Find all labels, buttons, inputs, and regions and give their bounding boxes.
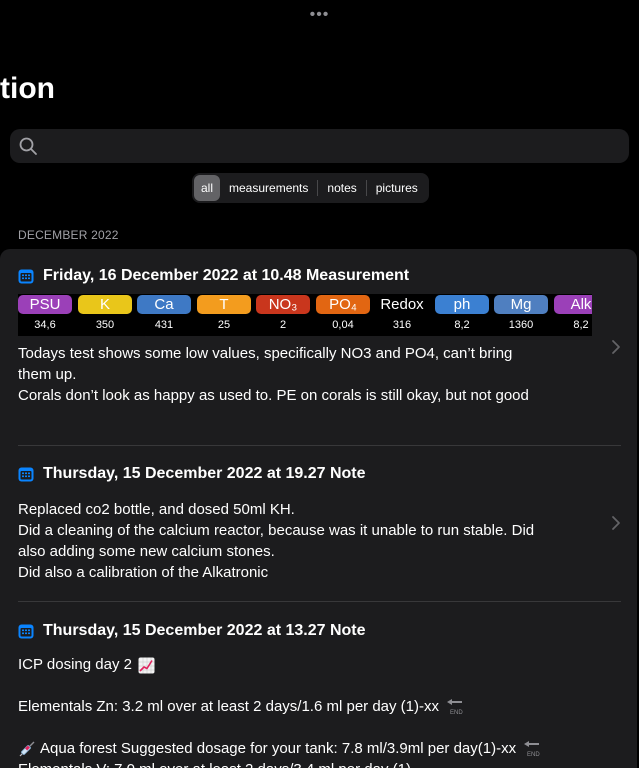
measurement-badges: PSU 34,6 K 350 Ca 431 T 25 NO₃ 2 PO₄ 0,04 Redox 316 ph…	[18, 294, 592, 336]
section-header: DECEMBER 2022	[18, 228, 119, 242]
filter-segmented-control: all measurements notes pictures	[192, 173, 429, 203]
calendar-icon	[18, 624, 34, 639]
entry-title: Thursday, 15 December 2022 at 19.27 Note	[18, 465, 624, 483]
measurement-badge-value: 8,2	[454, 319, 470, 331]
calendar-icon	[18, 269, 34, 284]
list-item[interactable]: Thursday, 15 December 2022 at 13.27 Note…	[18, 622, 624, 768]
measurement-badge-value: 2	[279, 319, 287, 331]
measurement-badge-label: ph	[435, 295, 489, 314]
measurement-badge-label: Alk	[554, 295, 592, 314]
entry-line: Elementals Zn: 3.2 ml over at least 2 da…	[18, 696, 624, 717]
row-divider	[18, 445, 621, 446]
end-arrow-icon: END	[524, 741, 541, 758]
chevron-right-icon[interactable]	[611, 339, 621, 355]
entry-title-text: Thursday, 15 December 2022 at 19.27 Note	[43, 465, 366, 482]
page-title: tion	[0, 72, 55, 105]
measurement-badge-label: K	[78, 295, 132, 314]
filter-notes[interactable]: notes	[318, 175, 365, 201]
measurement-badge-label: PSU	[18, 295, 72, 314]
entry-line: Replaced co2 bottle, and dosed 50ml KH.	[18, 501, 295, 518]
measurement-badge-label: Ca	[137, 295, 191, 314]
search-input[interactable]	[10, 129, 629, 163]
entry-line-text: ICP dosing day 2	[18, 656, 132, 673]
entry-body-text: Replaced co2 bottle, and dosed 50ml KH. …	[18, 499, 624, 583]
entry-line: Elementals V: 7.0 ml over at least 2 day…	[18, 759, 624, 768]
entry-line: them up.	[18, 366, 77, 383]
entry-line: Did a cleaning of the calcium reactor, b…	[18, 522, 535, 539]
svg-text:END: END	[527, 752, 540, 758]
list-item[interactable]: Thursday, 15 December 2022 at 19.27 Note…	[18, 465, 624, 583]
entry-line-text: Aqua forest Suggested dosage for your ta…	[40, 740, 517, 757]
entry-title: Friday, 16 December 2022 at 10.48 Measur…	[18, 267, 624, 285]
entry-line: ICP dosing day 2	[18, 654, 624, 675]
filter-all[interactable]: all	[194, 175, 221, 201]
measurement-badge-value: 431	[154, 319, 174, 331]
chevron-right-icon[interactable]	[611, 515, 621, 531]
entry-line: Aqua forest Suggested dosage for your ta…	[18, 738, 624, 759]
measurement-badge-value: 8,2	[573, 319, 589, 331]
entry-title: Thursday, 15 December 2022 at 13.27 Note	[18, 622, 624, 640]
chart-increasing-icon	[138, 657, 155, 674]
filter-measurements[interactable]: measurements	[220, 175, 317, 201]
measurement-badge-value: 34,6	[34, 319, 56, 331]
entry-body-text: Todays test shows some low values, speci…	[18, 343, 624, 406]
more-options-icon[interactable]: •••	[0, 6, 639, 24]
measurement-badge-value: 1360	[508, 319, 534, 331]
entry-title-text: Friday, 16 December 2022 at 10.48 Measur…	[43, 267, 410, 284]
entry-line: also adding some new calcium stones.	[18, 543, 275, 560]
measurement-badge-label: Redox	[375, 295, 429, 314]
entry-line: Did also a calibration of the Alkatronic	[18, 564, 269, 581]
measurement-badge-value: 316	[392, 319, 412, 331]
search-icon	[19, 137, 37, 155]
measurement-badge-label: Mg	[494, 295, 548, 314]
measurement-badge-value: 25	[217, 319, 231, 331]
entry-line: Todays test shows some low values, speci…	[18, 345, 513, 362]
calendar-icon	[18, 467, 34, 482]
filter-pictures[interactable]: pictures	[367, 175, 427, 201]
entry-body-text: ICP dosing day 2 Elementals Zn: 3.2 ml o…	[18, 654, 624, 768]
entry-line: Corals don’t look as happy as used to. P…	[18, 387, 529, 404]
svg-text:END: END	[450, 710, 463, 716]
end-arrow-icon: END	[447, 699, 464, 716]
entry-title-text: Thursday, 15 December 2022 at 13.27 Note	[43, 622, 366, 639]
entry-notes: Todays test shows some low values, speci…	[18, 343, 624, 406]
measurement-badge-label: T	[197, 295, 251, 314]
measurement-badge-value: 0,04	[332, 319, 354, 331]
syringe-icon	[19, 741, 35, 757]
measurement-badge-value: 350	[95, 319, 115, 331]
entry-line-text: Elementals Zn: 3.2 ml over at least 2 da…	[18, 698, 440, 715]
row-divider	[18, 601, 621, 602]
measurement-badge-label: NO₃	[256, 295, 310, 314]
measurement-badge-label: PO₄	[316, 295, 370, 314]
list-item[interactable]: Friday, 16 December 2022 at 10.48 Measur…	[18, 267, 624, 285]
